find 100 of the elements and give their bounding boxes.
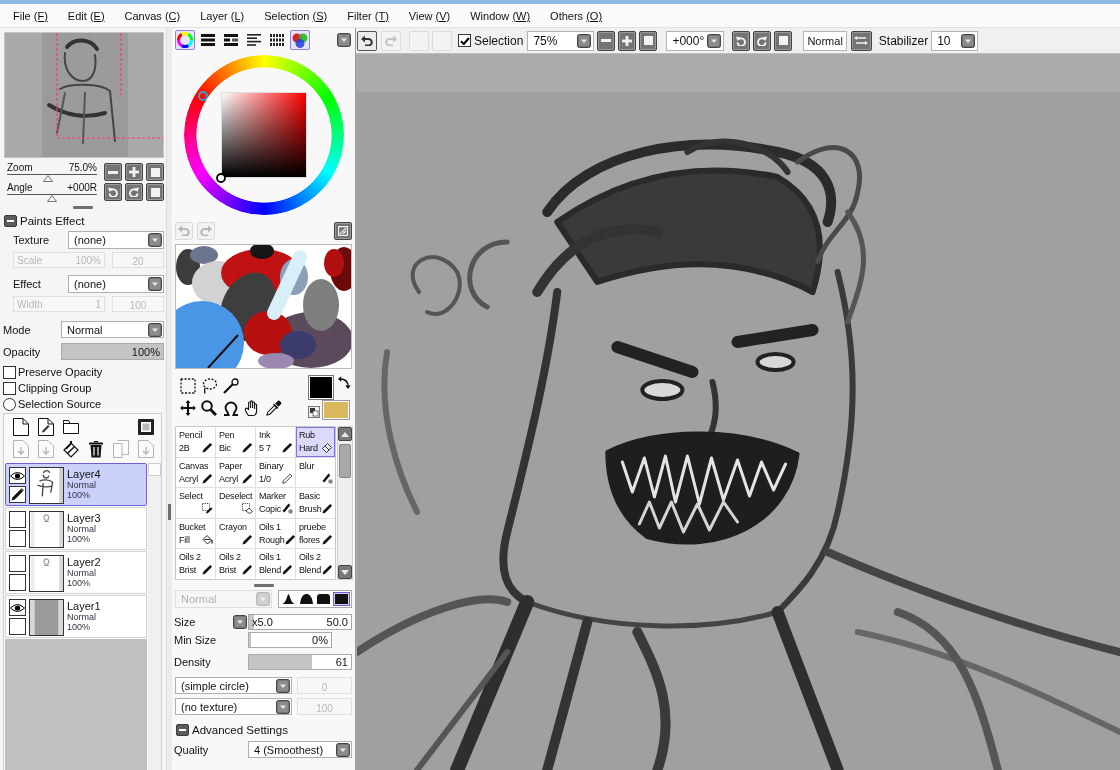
edit-toggle[interactable] bbox=[9, 486, 26, 503]
brush-tool[interactable]: Bucket Fill bbox=[176, 518, 215, 549]
brush-texture-dropdown[interactable]: (no texture) bbox=[175, 698, 292, 715]
scratchpad-button[interactable] bbox=[334, 221, 352, 240]
effect-dropdown[interactable]: (none) bbox=[68, 275, 164, 293]
brush-tool[interactable]: Oils 2 Brist bbox=[216, 549, 255, 579]
zoom-out-button[interactable] bbox=[104, 163, 122, 181]
page-pen-icon[interactable] bbox=[37, 418, 54, 436]
reset-view-button[interactable] bbox=[774, 30, 793, 51]
scroll-up-button[interactable] bbox=[338, 427, 352, 441]
brush-tool[interactable]: Oils 1 Blend bbox=[256, 549, 295, 579]
reset-colors-icon[interactable] bbox=[308, 406, 320, 418]
brush-tool[interactable]: Basic Brush bbox=[296, 488, 335, 518]
checkbox[interactable] bbox=[3, 365, 16, 379]
density-slider[interactable]: 61 bbox=[248, 654, 352, 670]
scroll-down-button[interactable] bbox=[338, 565, 352, 579]
eyedropper-icon[interactable] bbox=[265, 400, 282, 416]
dropdown-arrow-icon[interactable] bbox=[337, 33, 351, 47]
menu-item[interactable]: Layer (L) bbox=[190, 5, 255, 26]
splitter-handle[interactable] bbox=[253, 583, 274, 587]
visibility-toggle[interactable] bbox=[9, 467, 26, 484]
menu-item[interactable]: Filter (T) bbox=[337, 5, 399, 26]
zoom-dropdown[interactable]: 75% bbox=[527, 30, 595, 51]
undo-button[interactable] bbox=[357, 30, 377, 51]
menu-item[interactable]: Selection (S) bbox=[254, 5, 338, 26]
scroll-thumb[interactable] bbox=[339, 444, 351, 478]
menu-item[interactable]: Window (W) bbox=[460, 5, 541, 26]
swap-arrows-icon[interactable] bbox=[338, 376, 351, 389]
saturation-value-square[interactable] bbox=[220, 92, 307, 178]
brush-tip-button[interactable] bbox=[297, 592, 315, 606]
visibility-toggle[interactable] bbox=[9, 511, 26, 528]
stabilizer-dropdown[interactable]: 10 bbox=[931, 30, 979, 51]
brush-tool[interactable]: Oils 2 Brist bbox=[176, 549, 215, 579]
new-page-icon[interactable] bbox=[12, 418, 29, 436]
brush-shape-dropdown[interactable]: (simple circle) bbox=[175, 677, 292, 694]
scratchpad-drawing[interactable] bbox=[175, 244, 352, 369]
lasso-icon[interactable] bbox=[201, 378, 218, 394]
rotate-left-button[interactable] bbox=[732, 30, 751, 51]
splitter-handle[interactable] bbox=[73, 205, 93, 209]
scrollbar[interactable] bbox=[337, 426, 353, 580]
color-mode-button[interactable] bbox=[175, 30, 195, 50]
collapse-button[interactable] bbox=[176, 723, 189, 736]
reset-view-button[interactable] bbox=[146, 183, 164, 201]
fit-view-button[interactable] bbox=[146, 163, 164, 181]
brush-tool[interactable]: Paper Acryl bbox=[216, 457, 255, 488]
rotate-right-button[interactable] bbox=[125, 183, 143, 201]
layer-item[interactable]: Layer3 Normal 100% bbox=[5, 507, 147, 550]
min-size-slider[interactable]: 0% bbox=[248, 632, 332, 648]
checkbox[interactable] bbox=[3, 381, 16, 395]
edit-toggle[interactable] bbox=[9, 618, 26, 635]
primary-color-swatch[interactable] bbox=[308, 375, 334, 400]
rotate-right-button[interactable] bbox=[753, 30, 772, 51]
dotted-rectangle-icon[interactable] bbox=[179, 378, 196, 394]
blend-mode-dropdown[interactable]: Normal bbox=[61, 321, 164, 338]
brush-tool[interactable]: Crayon bbox=[216, 518, 255, 549]
brush-tool[interactable]: Blur bbox=[296, 457, 335, 488]
brush-tool[interactable]: Pencil 2B bbox=[176, 427, 215, 457]
secondary-color-swatch[interactable] bbox=[322, 400, 350, 420]
brush-tool[interactable]: Deselect bbox=[216, 488, 255, 518]
flip-button[interactable] bbox=[850, 30, 872, 51]
brush-tip-button[interactable] bbox=[315, 592, 333, 606]
brush-tool[interactable]: Oils 2 Blend bbox=[296, 549, 335, 579]
brush-tool[interactable]: Rub Hard bbox=[296, 427, 335, 457]
texture-dropdown[interactable]: (none) bbox=[68, 231, 164, 249]
menu-item[interactable]: Others (O) bbox=[540, 5, 613, 26]
menu-item[interactable]: Edit (E) bbox=[57, 5, 115, 26]
angle-slider[interactable] bbox=[7, 194, 97, 201]
size-slider[interactable]: x5.0 50.0 bbox=[248, 614, 352, 630]
eraser-icon[interactable] bbox=[62, 440, 79, 458]
radio-button[interactable] bbox=[3, 397, 16, 411]
visibility-toggle[interactable] bbox=[9, 555, 26, 572]
angle-dropdown[interactable]: +000° bbox=[666, 30, 725, 51]
brush-tool[interactable]: Select bbox=[176, 488, 215, 518]
checkbox[interactable] bbox=[458, 34, 471, 47]
layer-item[interactable]: Layer1 Normal 100% bbox=[5, 595, 147, 638]
fit-view-button[interactable] bbox=[639, 30, 658, 51]
zoom-out-button[interactable] bbox=[597, 30, 616, 51]
collapse-button[interactable] bbox=[4, 214, 17, 227]
visibility-toggle[interactable] bbox=[9, 599, 26, 616]
zoom-in-button[interactable] bbox=[125, 163, 143, 181]
color-picker-marker[interactable] bbox=[215, 173, 226, 183]
brush-tool[interactable]: Pen Bic bbox=[216, 427, 255, 457]
dropdown-arrow-icon[interactable] bbox=[233, 615, 247, 629]
splitter-handle[interactable] bbox=[168, 504, 171, 520]
brush-tool[interactable]: Binary 1/0 bbox=[256, 457, 295, 488]
layer-item[interactable]: Layer4 Normal 100% bbox=[5, 463, 147, 506]
move-icon[interactable] bbox=[179, 400, 196, 416]
folder-icon[interactable] bbox=[62, 420, 79, 434]
hue-marker[interactable] bbox=[197, 91, 208, 101]
navigator-thumbnail[interactable] bbox=[4, 32, 164, 158]
menu-item[interactable]: View (V) bbox=[398, 5, 461, 26]
filled-square-icon[interactable] bbox=[137, 419, 154, 435]
quality-dropdown[interactable]: 4 (Smoothest) bbox=[248, 741, 352, 758]
slider-thumb[interactable] bbox=[43, 175, 54, 182]
viewport-frame[interactable] bbox=[56, 32, 164, 139]
zoom-icon[interactable] bbox=[201, 400, 218, 416]
opacity-slider[interactable]: 100% bbox=[61, 343, 164, 360]
color-mode-button[interactable] bbox=[290, 30, 310, 50]
slider-thumb[interactable] bbox=[47, 195, 57, 202]
blend-mode-button[interactable]: Normal bbox=[803, 30, 847, 51]
